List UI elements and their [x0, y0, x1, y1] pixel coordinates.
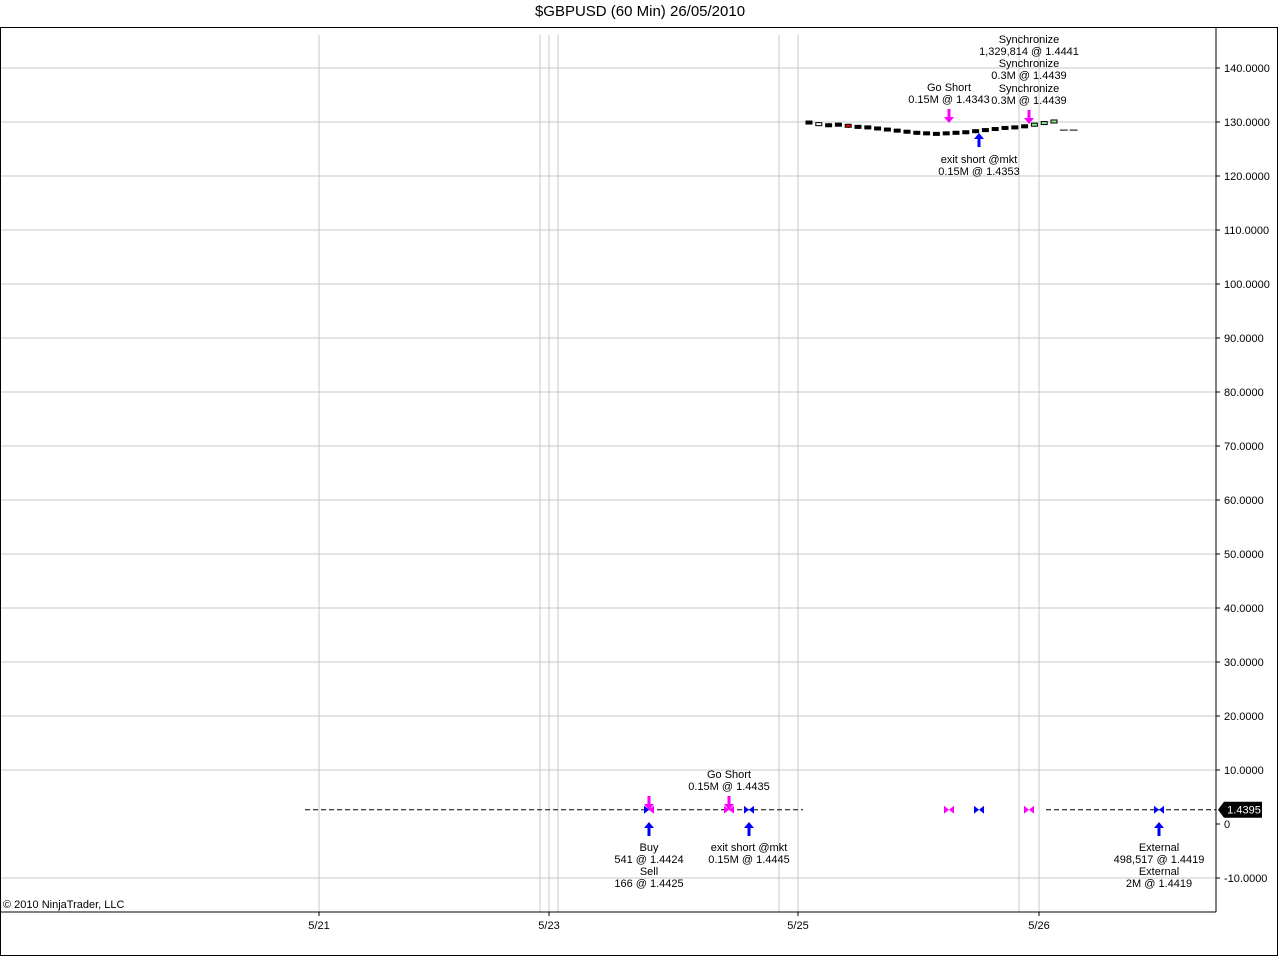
y-tick-label: 70.0000 — [1224, 441, 1264, 453]
candle-bar — [1030, 122, 1038, 127]
trade-annotation-text: External — [1139, 866, 1179, 878]
candle-bar — [1050, 119, 1058, 124]
trade-annotation-text: 0.15M @ 1.4445 — [708, 854, 790, 866]
candle-bar — [1021, 124, 1029, 129]
trade-annotation-text: Synchronize — [999, 34, 1060, 46]
sell-arrow — [944, 109, 954, 123]
trade-annotation-text: 166 @ 1.4425 — [614, 878, 683, 890]
candle-bar — [844, 123, 852, 128]
y-tick-label: 40.0000 — [1224, 603, 1264, 615]
candle-bar — [864, 125, 872, 130]
trade-annotation-text: External — [1139, 842, 1179, 854]
y-tick-label: 130.0000 — [1224, 117, 1270, 129]
trade-marker-buy — [974, 805, 984, 814]
x-tick-label: 5/23 — [538, 920, 559, 932]
candle-bar — [1040, 121, 1048, 126]
trade-annotation-text: 0.3M @ 1.4439 — [991, 95, 1066, 107]
trade-annotation-text: 498,517 @ 1.4419 — [1114, 854, 1205, 866]
price-chart[interactable]: -10.0000 0 10.0000 20.0000 30.0000 40.0000 50.… — [0, 0, 1280, 958]
candle-bar — [874, 126, 882, 131]
trade-marker-buy — [1154, 805, 1164, 814]
y-tick-label: 140.0000 — [1224, 63, 1270, 75]
copyright-notice: © 2010 NinjaTrader, LLC — [3, 899, 125, 911]
candle-bar — [815, 122, 823, 127]
y-tick-label: 60.0000 — [1224, 495, 1264, 507]
trade-annotation-text: exit short @mkt — [711, 842, 788, 854]
candle-bar — [981, 128, 989, 133]
candle-bar — [923, 131, 931, 136]
trade-annotation-text: 0.15M @ 1.4435 — [688, 781, 770, 793]
y-tick-label: 0 — [1224, 819, 1230, 831]
buy-arrow — [744, 822, 754, 836]
current-price-label: 1.4395 — [1227, 805, 1261, 817]
trade-marker-sell — [944, 805, 954, 814]
candle-bar — [805, 120, 813, 125]
y-tick-label: 110.0000 — [1224, 225, 1269, 237]
candle-bar — [825, 123, 833, 128]
candle-bar — [854, 124, 862, 129]
trade-marker-buy — [744, 805, 754, 814]
trade-annotation-text: Go Short — [707, 769, 751, 781]
candle-bar — [942, 131, 950, 136]
trade-annotation-text: 0.3M @ 1.4439 — [991, 70, 1066, 82]
trade-annotation-text: 541 @ 1.4424 — [614, 854, 683, 866]
candle-bar — [991, 127, 999, 132]
candle-bar — [834, 122, 842, 127]
buy-arrow — [974, 133, 984, 147]
y-tick-label: 120.0000 — [1224, 171, 1270, 183]
trade-annotation-text: 0.15M @ 1.4343 — [908, 94, 990, 106]
y-tick-label: -10.0000 — [1224, 873, 1267, 885]
candle-bar — [1011, 125, 1019, 130]
trade-annotation-text: Go Short — [927, 82, 971, 94]
trade-annotation-text: Synchronize — [999, 58, 1060, 70]
trade-annotation-text: Sell — [640, 866, 658, 878]
y-tick-label: 20.0000 — [1224, 711, 1264, 723]
y-tick-label: 30.0000 — [1224, 657, 1264, 669]
x-tick-label: 5/25 — [787, 920, 808, 932]
buy-arrow — [1154, 822, 1164, 836]
candle-bar — [913, 130, 921, 135]
y-tick-label: 50.0000 — [1224, 549, 1264, 561]
y-tick-label: 90.0000 — [1224, 333, 1264, 345]
candle-bar — [932, 131, 940, 136]
x-tick-label: 5/21 — [308, 920, 329, 932]
y-tick-label: 80.0000 — [1224, 387, 1264, 399]
x-tick-label: 5/26 — [1028, 920, 1049, 932]
candle-bar — [883, 127, 891, 132]
candle-bar — [893, 128, 901, 133]
candle-bar — [903, 129, 911, 134]
trade-annotation-text: exit short @mkt — [941, 154, 1018, 166]
trade-annotation-text: 1,329,814 @ 1.4441 — [979, 46, 1079, 58]
trade-annotation-text: Buy — [640, 842, 659, 854]
y-tick-label: 10.0000 — [1224, 765, 1264, 777]
trade-annotation-text: 0.15M @ 1.4353 — [938, 166, 1020, 178]
candle-bar — [972, 129, 980, 134]
candle-bar — [952, 130, 960, 135]
buy-arrow — [644, 822, 654, 836]
trade-annotation-text: 2M @ 1.4419 — [1126, 878, 1192, 890]
y-tick-label: 100.0000 — [1224, 279, 1270, 291]
candle-bar — [1001, 125, 1009, 130]
candle-bar — [962, 130, 970, 135]
trade-marker-sell — [1024, 805, 1034, 814]
trade-annotation-text: Synchronize — [999, 83, 1060, 95]
